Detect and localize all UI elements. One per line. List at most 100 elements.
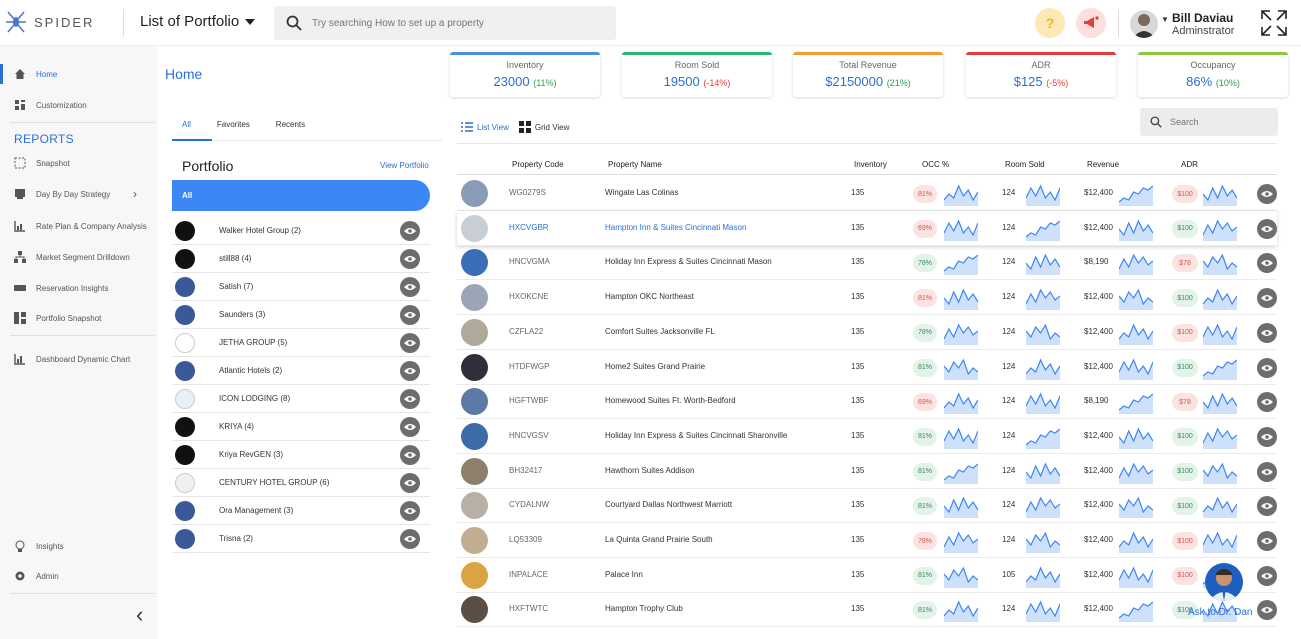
property-name[interactable]: Courtyard Dallas Northwest Marriott <box>605 500 732 509</box>
header-property-name[interactable]: Property Name <box>608 160 662 169</box>
eye-icon[interactable] <box>400 472 420 493</box>
property-name[interactable]: Holiday Inn Express & Suites Cincinnati … <box>605 431 787 440</box>
property-code[interactable]: HGFTWBF <box>509 396 549 405</box>
property-name[interactable]: Homewood Suites Ft. Worth-Bedford <box>605 396 736 405</box>
eye-icon[interactable] <box>1257 496 1277 517</box>
sidebar-item-home[interactable]: Home <box>0 62 158 86</box>
kpi-card[interactable]: ADR $125 (-5%) <box>966 52 1116 97</box>
property-code[interactable]: WG0279S <box>509 188 546 197</box>
portfolio-all-item[interactable]: All <box>172 180 430 211</box>
eye-icon[interactable] <box>400 304 420 325</box>
portfolio-list-item[interactable]: Walker Hotel Group (2) <box>172 217 430 245</box>
eye-icon[interactable] <box>400 332 420 353</box>
eye-icon[interactable] <box>400 276 420 297</box>
eye-icon[interactable] <box>1257 218 1277 239</box>
property-name[interactable]: Holiday Inn Express & Suites Cincinnati … <box>605 257 772 266</box>
header-property-code[interactable]: Property Code <box>512 160 564 169</box>
property-code[interactable]: INPALACE <box>509 570 548 579</box>
portfolio-list-item[interactable]: Saunders (3) <box>172 301 430 329</box>
help-button[interactable]: ? <box>1035 8 1065 38</box>
table-row[interactable]: BH32417 Hawthorn Suites Addison 135 81% 124 $… <box>457 454 1277 489</box>
portfolio-list-item[interactable]: JETHA GROUP (5) <box>172 329 430 357</box>
table-row[interactable]: HGFTWBF Homewood Suites Ft. Worth-Bedford… <box>457 384 1277 420</box>
portfolio-list-item[interactable]: still88 (4) <box>172 245 430 273</box>
tab-list-view[interactable]: List View <box>461 122 509 132</box>
property-name[interactable]: Hampton OKC Northeast <box>605 292 694 301</box>
sidebar-item-day-by-day[interactable]: Day By Day Strategy › <box>0 182 158 206</box>
header-adr[interactable]: ADR <box>1181 160 1198 169</box>
property-name[interactable]: Palace Inn <box>605 570 643 579</box>
header-occ[interactable]: OCC % <box>922 160 949 169</box>
eye-icon[interactable] <box>1257 461 1277 482</box>
eye-icon[interactable] <box>1257 322 1277 343</box>
table-row[interactable]: HNCVGMA Holiday Inn Express & Suites Cinc… <box>457 245 1277 281</box>
portfolio-list-item[interactable]: CENTURY HOTEL GROUP (6) <box>172 469 430 497</box>
property-name[interactable]: Comfort Suites Jacksonville FL <box>605 327 715 336</box>
kpi-card[interactable]: Room Sold 19500 (-14%) <box>622 52 772 97</box>
table-row[interactable]: HXFTWTC Hampton Trophy Club 135 81% 124 $12,4… <box>457 592 1277 628</box>
table-row[interactable]: CZFLA22 Comfort Suites Jacksonville FL 135… <box>457 315 1277 350</box>
eye-icon[interactable] <box>400 500 420 521</box>
portfolio-list-item[interactable]: Ora Management (3) <box>172 497 430 525</box>
kpi-card[interactable]: Occupancy 86% (10%) <box>1138 52 1288 97</box>
eye-icon[interactable] <box>400 360 420 381</box>
eye-icon[interactable] <box>1257 426 1277 447</box>
eye-icon[interactable] <box>400 248 420 269</box>
property-name[interactable]: Home2 Suites Grand Prairie <box>605 362 705 371</box>
table-row[interactable]: HXCVGBR Hampton Inn & Suites Cincinnati M… <box>457 210 1277 246</box>
eye-icon[interactable] <box>1257 253 1277 274</box>
table-row[interactable]: HNCVGSV Holiday Inn Express & Suites Cinc… <box>457 419 1277 454</box>
ask-dr-dan-widget[interactable]: Ask to Dr. Dan <box>1188 563 1268 623</box>
sidebar-item-dashboard-chart[interactable]: Dashboard Dynamic Chart <box>0 347 158 371</box>
kpi-card[interactable]: Total Revenue $2150000 (21%) <box>793 52 943 97</box>
announcement-button[interactable] <box>1076 8 1106 38</box>
sidebar-item-market-segment[interactable]: Market Segment Drilldown <box>0 245 158 269</box>
portfolio-list-item[interactable]: Kriya RevGEN (3) <box>172 441 430 469</box>
property-code[interactable]: CZFLA22 <box>509 327 543 336</box>
user-menu-caret-icon[interactable]: ▼ <box>1161 15 1169 24</box>
header-revenue[interactable]: Revenue <box>1087 160 1119 169</box>
property-name[interactable]: La Quinta Grand Prairie South <box>605 535 713 544</box>
user-avatar[interactable] <box>1130 10 1158 38</box>
table-search-input[interactable] <box>1170 117 1270 127</box>
sidebar-item-snapshot[interactable]: Snapshot <box>0 151 158 175</box>
app-logo[interactable]: SPIDER <box>6 10 94 34</box>
header-room-sold[interactable]: Room Sold <box>1005 160 1045 169</box>
table-row[interactable]: CYDALNW Courtyard Dallas Northwest Marrio… <box>457 488 1277 524</box>
property-code[interactable]: HNCVGSV <box>509 431 549 440</box>
portfolio-list-item[interactable]: Satish (7) <box>172 273 430 301</box>
header-inventory[interactable]: Inventory <box>854 160 887 169</box>
sidebar-item-reservation-insights[interactable]: Reservation Insights <box>0 276 158 300</box>
eye-icon[interactable] <box>400 220 420 241</box>
eye-icon[interactable] <box>400 416 420 437</box>
portfolio-list-item[interactable]: Trisna (2) <box>172 525 430 553</box>
table-row[interactable]: LQ53309 La Quinta Grand Prairie South 135 7… <box>457 523 1277 558</box>
view-portfolio-link[interactable]: View Portfolio <box>380 161 429 170</box>
property-code[interactable]: LQ53309 <box>509 535 542 544</box>
sidebar-item-rate-plan[interactable]: Rate Plan & Company Analysis <box>0 214 158 238</box>
property-code[interactable]: HXFTWTC <box>509 604 548 613</box>
eye-icon[interactable] <box>1257 184 1277 204</box>
table-search[interactable] <box>1140 108 1278 136</box>
eye-icon[interactable] <box>1257 357 1277 378</box>
portfolio-list-item[interactable]: Atlantic Hotels (2) <box>172 357 430 385</box>
eye-icon[interactable] <box>400 388 420 409</box>
eye-icon[interactable] <box>1257 531 1277 551</box>
table-row[interactable]: HXOKCNE Hampton OKC Northeast 135 81% 124 $12… <box>457 280 1277 316</box>
sidebar-item-portfolio-snapshot[interactable]: Portfolio Snapshot <box>0 306 158 330</box>
property-code[interactable]: CYDALNW <box>509 500 549 509</box>
property-code[interactable]: HXCVGBR <box>509 223 549 232</box>
eye-icon[interactable] <box>1257 392 1277 413</box>
tab-favorites[interactable]: Favorites <box>217 120 250 129</box>
global-search-input[interactable] <box>312 17 592 29</box>
portfolio-list-item[interactable]: KRIYA (4) <box>172 413 430 441</box>
global-search[interactable] <box>274 6 616 40</box>
sidebar-item-customization[interactable]: Customization <box>0 93 158 117</box>
eye-icon[interactable] <box>400 528 420 549</box>
eye-icon[interactable] <box>400 444 420 465</box>
property-name[interactable]: Wingate Las Colinas <box>605 188 678 197</box>
property-code[interactable]: HNCVGMA <box>509 257 550 266</box>
fullscreen-icon[interactable] <box>1260 9 1288 37</box>
property-code[interactable]: HXOKCNE <box>509 292 549 301</box>
property-name[interactable]: Hampton Inn & Suites Cincinnati Mason <box>605 223 746 232</box>
